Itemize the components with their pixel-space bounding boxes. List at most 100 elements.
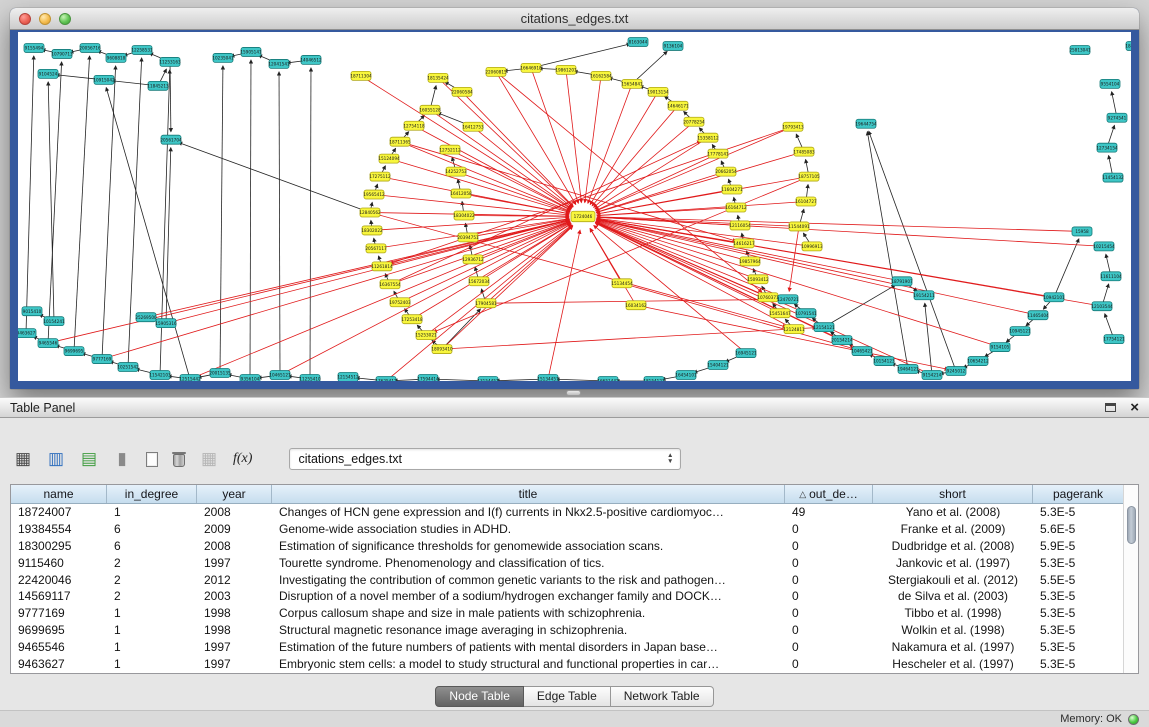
graph-node[interactable]: 18304022 xyxy=(453,211,475,220)
graph-node[interactable]: 10942101 xyxy=(1043,293,1065,302)
column-header-title[interactable]: title xyxy=(272,485,785,503)
graph-node[interactable]: 17778141 xyxy=(707,149,729,158)
graph-node[interactable]: 10790713 xyxy=(51,49,73,58)
table-source-select[interactable]: citations_edges.txt▲▼ xyxy=(289,448,681,470)
graph-node[interactable]: 19857964 xyxy=(739,257,761,266)
graph-node[interactable]: 17275112 xyxy=(369,172,391,181)
graph-node[interactable]: 13154451 xyxy=(477,377,499,381)
graph-node[interactable]: 11611104 xyxy=(1100,272,1122,281)
new-table-icon[interactable] xyxy=(146,452,158,467)
graph-node[interactable]: 18093410 xyxy=(431,345,453,354)
table-row[interactable]: 1830029562008Estimation of significance … xyxy=(11,538,1123,555)
graph-node[interactable]: 9699695 xyxy=(64,347,84,356)
graph-node[interactable]: 16055128 xyxy=(419,105,441,114)
graph-node[interactable]: 10654212 xyxy=(967,357,989,366)
network-canvas[interactable]: 1813542422060584160551281275411818711365… xyxy=(18,32,1131,381)
graph-node[interactable]: 10154241 xyxy=(43,317,65,326)
show-columns-icon[interactable]: ▥ xyxy=(47,448,65,470)
table-row[interactable]: 946362711997Embryonic stem cells: a mode… xyxy=(11,655,1123,672)
graph-node[interactable]: 11604271 xyxy=(721,185,743,194)
graph-node[interactable]: 10465421 xyxy=(851,347,873,356)
graph-node[interactable]: 9155494 xyxy=(24,43,44,52)
column-header-in-degree[interactable]: in_degree xyxy=(107,485,197,503)
graph-node[interactable]: 15654841 xyxy=(621,79,643,88)
graph-node[interactable]: 20056716 xyxy=(79,43,101,52)
function-builder-icon[interactable]: f(x) xyxy=(233,451,252,467)
graph-node[interactable]: 11542103 xyxy=(149,371,171,380)
table-row[interactable]: 1456911722003Disruption of a novel membe… xyxy=(11,588,1123,605)
graph-node[interactable]: 18154121 xyxy=(643,377,665,381)
graph-node[interactable]: 19644754 xyxy=(855,119,877,128)
graph-node[interactable]: 10251542 xyxy=(117,363,139,372)
graph-node[interactable]: 18302022 xyxy=(361,226,383,235)
table-row[interactable]: 969969511998Structural magnetic resonanc… xyxy=(11,622,1123,639)
graph-node[interactable]: 10235041 xyxy=(212,53,234,62)
graph-node[interactable]: 15451647 xyxy=(769,309,791,318)
graph-node[interactable]: 22060815 xyxy=(485,67,507,76)
table-row[interactable]: 1938455462009Genome-wide association stu… xyxy=(11,521,1123,538)
graph-node[interactable]: 17253418 xyxy=(401,315,423,324)
table-scrollbar[interactable] xyxy=(1123,485,1138,673)
import-table-icon[interactable]: ▦ xyxy=(200,448,218,470)
column-header-year[interactable]: year xyxy=(197,485,272,503)
graph-node[interactable]: 14046512 xyxy=(300,55,322,64)
graph-node[interactable]: 12124811 xyxy=(783,325,805,334)
graph-node[interactable]: 10945121 xyxy=(1009,327,1031,336)
graph-hub-node[interactable]: 1724046 xyxy=(571,211,595,221)
graph-node[interactable]: 15404121 xyxy=(707,361,729,370)
graph-node[interactable]: 9777169 xyxy=(92,355,112,364)
float-panel-icon[interactable] xyxy=(1105,403,1116,412)
graph-node[interactable]: 12752112 xyxy=(439,145,461,154)
graph-node[interactable]: 16412753 xyxy=(462,122,484,131)
column-header-name[interactable]: name xyxy=(11,485,107,503)
graph-node[interactable]: 15124094 xyxy=(378,154,400,163)
graph-node[interactable]: 12936712 xyxy=(462,255,484,264)
graph-node[interactable]: 11454132 xyxy=(1102,173,1124,182)
graph-node[interactable]: 16367554 xyxy=(379,280,401,289)
scrollbar-thumb[interactable] xyxy=(1127,506,1136,544)
graph-node[interactable]: 9608818 xyxy=(106,53,126,62)
table-mode-icon[interactable]: ▦ xyxy=(14,448,32,470)
column-header-pagerank[interactable]: pagerank xyxy=(1033,485,1123,503)
graph-node[interactable]: 15358112 xyxy=(697,133,719,142)
graph-node[interactable]: 19013154 xyxy=(647,87,669,96)
graph-node[interactable]: 10760371 xyxy=(757,293,779,302)
graph-node[interactable]: 12103544 xyxy=(1091,302,1113,311)
network-graph[interactable]: 1813542422060584160551281275411818711365… xyxy=(18,32,1131,381)
graph-node[interactable]: 11255410 xyxy=(299,375,321,381)
graph-node[interactable]: 19464121 xyxy=(897,365,919,374)
graph-node[interactable]: 20154214 xyxy=(831,336,853,345)
graph-node[interactable]: 9136104 xyxy=(663,41,683,50)
graph-node[interactable]: 20015135 xyxy=(209,369,231,378)
graph-node[interactable]: 16646918 xyxy=(520,63,542,72)
zoom-window-button[interactable] xyxy=(59,13,71,25)
graph-node[interactable]: 9274541 xyxy=(1107,113,1127,122)
graph-node[interactable]: 14646171 xyxy=(667,101,689,110)
graph-node[interactable]: 12840562 xyxy=(359,208,381,217)
create-column-icon[interactable]: ▤ xyxy=(80,448,98,470)
graph-node[interactable]: 19154211 xyxy=(913,291,935,300)
graph-node[interactable]: 11253163 xyxy=(159,57,181,66)
graph-node[interactable]: 19793413 xyxy=(782,122,804,131)
graph-node[interactable]: 10154123 xyxy=(873,357,895,366)
graph-node[interactable]: 9463627 xyxy=(18,329,36,338)
graph-node[interactable]: 10465121 xyxy=(269,371,291,380)
graph-node[interactable]: 9015410 xyxy=(22,307,42,316)
tab-edge-table[interactable]: Edge Table xyxy=(524,686,611,707)
graph-node[interactable]: 19565412 xyxy=(363,190,385,199)
graph-node[interactable]: 17625412 xyxy=(375,377,397,381)
graph-node[interactable]: 15134457 xyxy=(537,375,559,381)
graph-node[interactable]: 17754121 xyxy=(1103,335,1125,344)
graph-node[interactable]: 11544091 xyxy=(788,222,810,231)
graph-node[interactable]: 12470721 xyxy=(777,295,799,304)
graph-node[interactable]: 15905141 xyxy=(240,47,262,56)
graph-node[interactable]: 12258531 xyxy=(131,45,153,54)
graph-node[interactable]: 15958 xyxy=(1072,227,1092,236)
minimize-window-button[interactable] xyxy=(39,13,51,25)
graph-node[interactable]: 10915042 xyxy=(93,75,115,84)
graph-node[interactable]: 20567117 xyxy=(365,244,387,253)
graph-window-titlebar[interactable]: citations_edges.txt xyxy=(10,8,1139,30)
graph-node[interactable]: 15253021 xyxy=(415,331,437,340)
column-header-out-de[interactable]: △out_de… xyxy=(785,485,873,503)
graph-node[interactable]: 18135424 xyxy=(427,73,449,82)
